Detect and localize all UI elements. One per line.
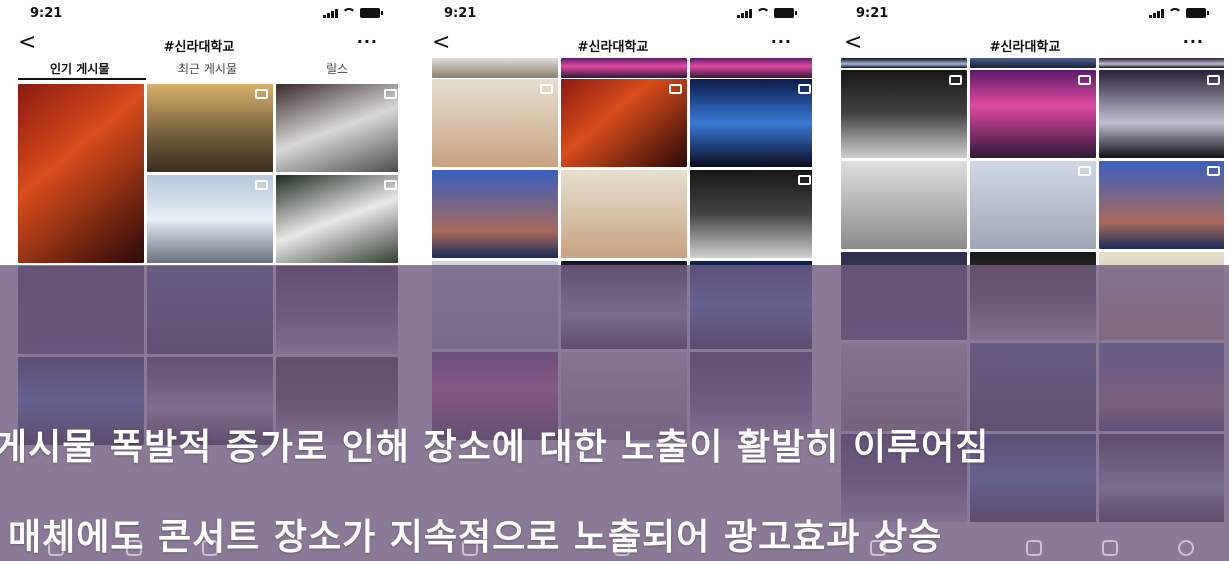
reels-icon bbox=[384, 89, 397, 99]
reels-icon bbox=[798, 175, 811, 185]
hashtag-title: #신라대학교 bbox=[577, 40, 649, 55]
top-nav: < #신라대학교 ··· bbox=[414, 30, 812, 56]
status-icons bbox=[323, 8, 383, 18]
post-thumbnail[interactable] bbox=[18, 84, 144, 263]
reels-icon bbox=[669, 84, 682, 94]
status-bar: 9:21 bbox=[0, 6, 398, 24]
more-icon[interactable]: ··· bbox=[771, 32, 792, 51]
status-icons bbox=[737, 8, 797, 18]
battery-icon bbox=[774, 8, 797, 18]
reels-icon bbox=[540, 84, 553, 94]
post-thumbnail[interactable] bbox=[561, 79, 687, 167]
post-thumbnail[interactable] bbox=[970, 70, 1096, 158]
tab-reels[interactable]: 릴스 bbox=[326, 60, 348, 77]
tab-bar: 인기 게시물 최근 게시물 릴스 bbox=[0, 58, 398, 80]
shop-icon[interactable] bbox=[1102, 540, 1118, 556]
signal-icon bbox=[323, 8, 338, 18]
status-bar: 9:21 bbox=[826, 6, 1224, 24]
post-thumbnail[interactable] bbox=[841, 70, 967, 158]
signal-icon bbox=[737, 8, 752, 18]
caption-line-1: 게시물 폭발적 증가로 인해 장소에 대한 노출이 활발히 이루어짐 bbox=[0, 427, 990, 468]
reels-icon bbox=[949, 75, 962, 85]
more-icon[interactable]: ··· bbox=[1183, 32, 1204, 51]
top-nav: < #신라대학교 ··· bbox=[0, 30, 398, 56]
post-thumbnail[interactable] bbox=[1099, 70, 1224, 158]
tab-recent-posts[interactable]: 최근 게시물 bbox=[178, 60, 237, 77]
wifi-icon bbox=[342, 8, 356, 18]
post-thumbnail[interactable] bbox=[1099, 58, 1224, 68]
post-thumbnail[interactable] bbox=[276, 84, 398, 172]
post-thumbnail[interactable] bbox=[561, 170, 687, 258]
post-thumbnail[interactable] bbox=[841, 58, 967, 68]
top-nav: < #신라대학교 ··· bbox=[826, 30, 1224, 56]
post-thumbnail[interactable] bbox=[147, 84, 273, 172]
more-icon[interactable]: ··· bbox=[357, 32, 378, 51]
wifi-icon bbox=[756, 8, 770, 18]
post-thumbnail[interactable] bbox=[561, 58, 687, 78]
reels-icon bbox=[255, 180, 268, 190]
status-time: 9:21 bbox=[30, 6, 63, 21]
hashtag-title: #신라대학교 bbox=[163, 40, 235, 55]
status-time: 9:21 bbox=[444, 6, 477, 21]
reels-icon bbox=[798, 84, 811, 94]
post-thumbnail[interactable] bbox=[432, 58, 558, 78]
reels-icon bbox=[1078, 166, 1091, 176]
status-icons bbox=[1149, 8, 1209, 18]
signal-icon bbox=[1149, 8, 1164, 18]
active-tab-indicator bbox=[18, 78, 146, 80]
reels-icon bbox=[255, 89, 268, 99]
post-thumbnail[interactable] bbox=[690, 79, 812, 167]
post-thumbnail[interactable] bbox=[276, 175, 398, 263]
reels-icon bbox=[1207, 166, 1220, 176]
post-thumbnail[interactable] bbox=[970, 58, 1096, 68]
caption-line-2: 매체에도 콘서트 장소가 지속적으로 노출되어 광고효과 상승 bbox=[8, 517, 943, 558]
battery-icon bbox=[1186, 8, 1209, 18]
wifi-icon bbox=[1168, 8, 1182, 18]
reels-icon bbox=[1078, 75, 1091, 85]
status-time: 9:21 bbox=[856, 6, 889, 21]
reels-icon bbox=[384, 180, 397, 190]
post-thumbnail[interactable] bbox=[970, 161, 1096, 249]
post-thumbnail[interactable] bbox=[690, 170, 812, 258]
post-thumbnail[interactable] bbox=[841, 161, 967, 249]
battery-icon bbox=[360, 8, 383, 18]
post-thumbnail[interactable] bbox=[432, 170, 558, 258]
hashtag-title: #신라대학교 bbox=[989, 40, 1061, 55]
profile-icon[interactable] bbox=[1178, 540, 1194, 556]
post-thumbnail[interactable] bbox=[690, 58, 812, 78]
status-bar: 9:21 bbox=[414, 6, 812, 24]
post-thumbnail[interactable] bbox=[432, 79, 558, 167]
post-thumbnail[interactable] bbox=[147, 175, 273, 263]
reels-icon[interactable] bbox=[1026, 540, 1042, 556]
reels-icon bbox=[1207, 75, 1220, 85]
tab-popular-posts[interactable]: 인기 게시물 bbox=[50, 60, 109, 77]
post-thumbnail[interactable] bbox=[1099, 161, 1224, 249]
